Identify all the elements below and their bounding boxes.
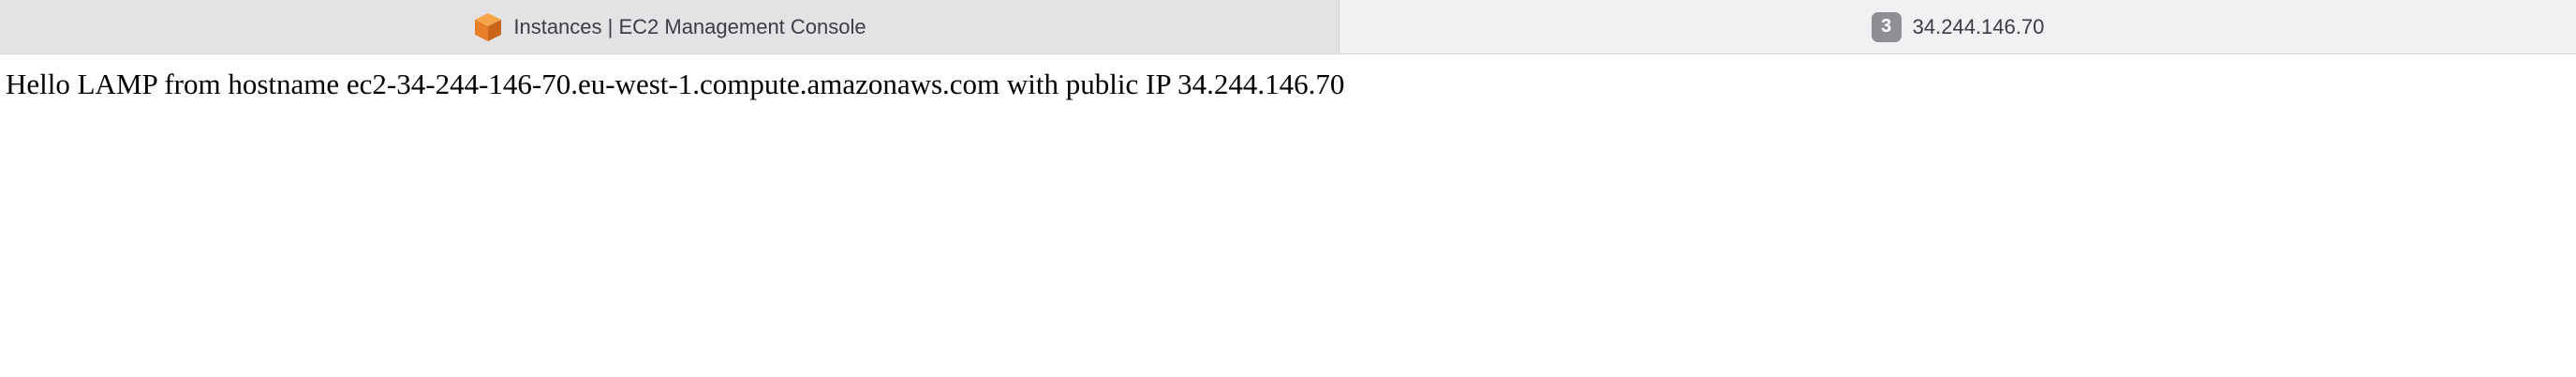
tab-count-badge: 3	[1871, 11, 1902, 42]
browser-tab-bar: Instances | EC2 Management Console 3 34.…	[0, 0, 2576, 54]
page-body-text: Hello LAMP from hostname ec2-34-244-146-…	[6, 68, 1345, 100]
aws-cube-icon	[472, 11, 504, 43]
tab-public-ip[interactable]: 3 34.244.146.70	[1340, 0, 2576, 53]
tab-title: Instances | EC2 Management Console	[513, 14, 866, 38]
tab-ec2-console[interactable]: Instances | EC2 Management Console	[0, 0, 1340, 53]
tab-title: 34.244.146.70	[1912, 14, 2045, 38]
